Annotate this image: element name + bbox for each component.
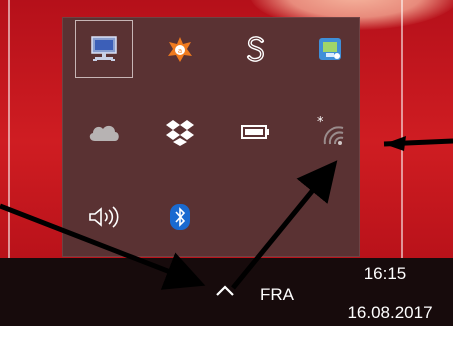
tray-item-battery[interactable] <box>227 103 285 161</box>
wallpaper-divider <box>401 0 403 258</box>
tray-item-volume[interactable] <box>75 188 133 246</box>
tray-item-bluetooth[interactable] <box>151 188 209 246</box>
chevron-up-icon <box>216 285 234 296</box>
wifi-off-icon: * <box>317 116 344 145</box>
battery-icon <box>241 125 269 139</box>
wallpaper-divider <box>8 0 10 258</box>
svg-text:*: * <box>317 116 324 130</box>
avast-icon: a <box>168 37 192 62</box>
volume-icon <box>89 206 119 228</box>
screenshot-border <box>0 326 453 337</box>
tray-item-dropbox[interactable] <box>151 103 209 161</box>
network-app-icon <box>319 38 341 60</box>
tray-item-network-app[interactable] <box>301 20 359 78</box>
tray-item-onedrive[interactable] <box>75 103 133 161</box>
clock-date[interactable]: 16.08.2017 <box>334 303 446 323</box>
display-icon <box>91 36 117 61</box>
onedrive-cloud-icon <box>89 125 119 141</box>
tray-item-sync[interactable] <box>227 20 285 78</box>
show-hidden-icons-button[interactable] <box>214 283 236 299</box>
sync-s-icon <box>247 36 265 62</box>
bluetooth-icon <box>170 204 190 230</box>
tray-item-wifi[interactable]: * <box>301 103 359 161</box>
hidden-icons-tray: a * <box>62 17 360 257</box>
tray-item-display[interactable] <box>75 20 133 78</box>
svg-text:a: a <box>178 47 182 55</box>
dropbox-icon <box>166 120 194 146</box>
input-language[interactable]: FRA <box>260 285 294 305</box>
tray-item-avast[interactable]: a <box>151 20 209 78</box>
clock-time[interactable]: 16:15 <box>350 264 420 284</box>
